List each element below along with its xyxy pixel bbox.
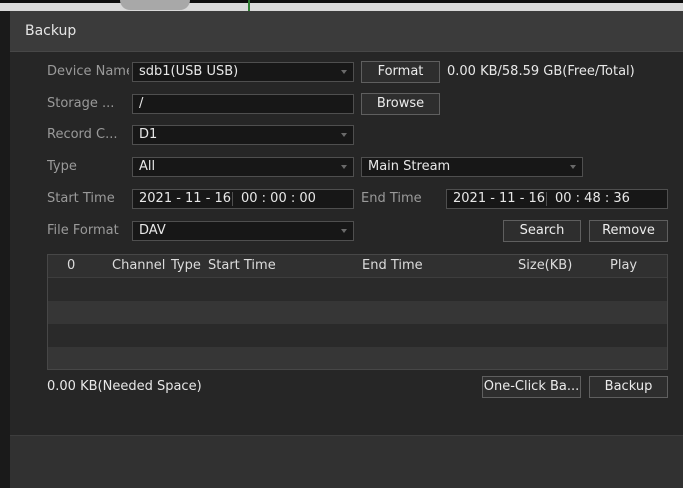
device-name-value: sdb1(USB USB) [139, 64, 239, 79]
type-label: Type [47, 159, 77, 174]
search-button[interactable]: Search [503, 220, 581, 242]
backup-button[interactable]: Backup [589, 376, 668, 398]
type-select[interactable]: All [132, 157, 354, 177]
start-time-column-header: Start Time [208, 258, 276, 273]
browse-button[interactable]: Browse [361, 93, 440, 115]
date-time-divider [546, 192, 547, 206]
end-time-picker[interactable]: 2021 - 11 - 16 00 : 48 : 36 [446, 189, 668, 209]
type-column-header: Type [171, 258, 201, 273]
table-row [48, 324, 667, 347]
record-channel-value: D1 [139, 127, 158, 142]
table-row [48, 347, 667, 369]
backup-dialog: Backup Device Name sdb1(USB USB) Format … [10, 11, 683, 488]
start-time-label: Start Time [47, 191, 115, 206]
type-value: All [139, 159, 156, 174]
start-date-value[interactable]: 2021 - 11 - 16 [139, 191, 231, 206]
date-time-divider [232, 192, 233, 206]
background-video-strip [0, 0, 683, 11]
chevron-down-icon [341, 70, 347, 74]
stream-select[interactable]: Main Stream [361, 157, 583, 177]
device-name-label: Device Name [47, 64, 129, 79]
chevron-down-icon [341, 229, 347, 233]
chevron-down-icon [341, 133, 347, 137]
size-column-header: Size(KB) [518, 258, 573, 273]
remove-button[interactable]: Remove [589, 220, 668, 242]
dialog-title: Backup [25, 23, 77, 39]
video-preview-fragment [120, 0, 190, 10]
table-row [48, 278, 667, 301]
storage-path-value: / [139, 96, 144, 111]
dialog-titlebar: Backup [10, 11, 683, 52]
video-preview-line [248, 0, 250, 11]
record-channel-select[interactable]: D1 [132, 125, 354, 145]
start-time-value[interactable]: 00 : 00 : 00 [241, 190, 316, 208]
record-channel-label: Record C... [47, 127, 118, 142]
table-header: 0 Channel Type Start Time End Time Size(… [48, 255, 667, 278]
strip-dark-edge [0, 0, 683, 3]
end-time-value[interactable]: 00 : 48 : 36 [555, 190, 630, 208]
storage-path-field[interactable]: / [132, 94, 354, 114]
file-format-label: File Format [47, 223, 119, 238]
needed-space-text: 0.00 KB(Needed Space) [47, 379, 202, 394]
chevron-down-icon [341, 165, 347, 169]
space-info: 0.00 KB/58.59 GB(Free/Total) [447, 64, 635, 79]
end-date-value[interactable]: 2021 - 11 - 16 [453, 191, 545, 206]
dialog-bottom-bar [10, 435, 683, 488]
end-time-label: End Time [361, 191, 422, 206]
storage-path-label: Storage ... [47, 96, 115, 111]
file-format-select[interactable]: DAV [132, 221, 354, 241]
play-column-header: Play [610, 258, 638, 273]
end-time-column-header: End Time [362, 258, 423, 273]
select-all-column[interactable]: 0 [67, 258, 75, 273]
file-format-value: DAV [139, 223, 166, 238]
channel-column-header: Channel [112, 258, 166, 273]
chevron-down-icon [570, 165, 576, 169]
table-row [48, 301, 667, 324]
file-list-table: 0 Channel Type Start Time End Time Size(… [47, 254, 668, 370]
device-name-select[interactable]: sdb1(USB USB) [132, 62, 354, 82]
stream-value: Main Stream [368, 159, 451, 174]
dialog-content: Device Name sdb1(USB USB) Format 0.00 KB… [10, 52, 683, 435]
start-time-picker[interactable]: 2021 - 11 - 16 00 : 00 : 00 [132, 189, 354, 209]
format-button[interactable]: Format [361, 61, 440, 83]
one-click-backup-button[interactable]: One-Click Ba... [482, 376, 581, 398]
